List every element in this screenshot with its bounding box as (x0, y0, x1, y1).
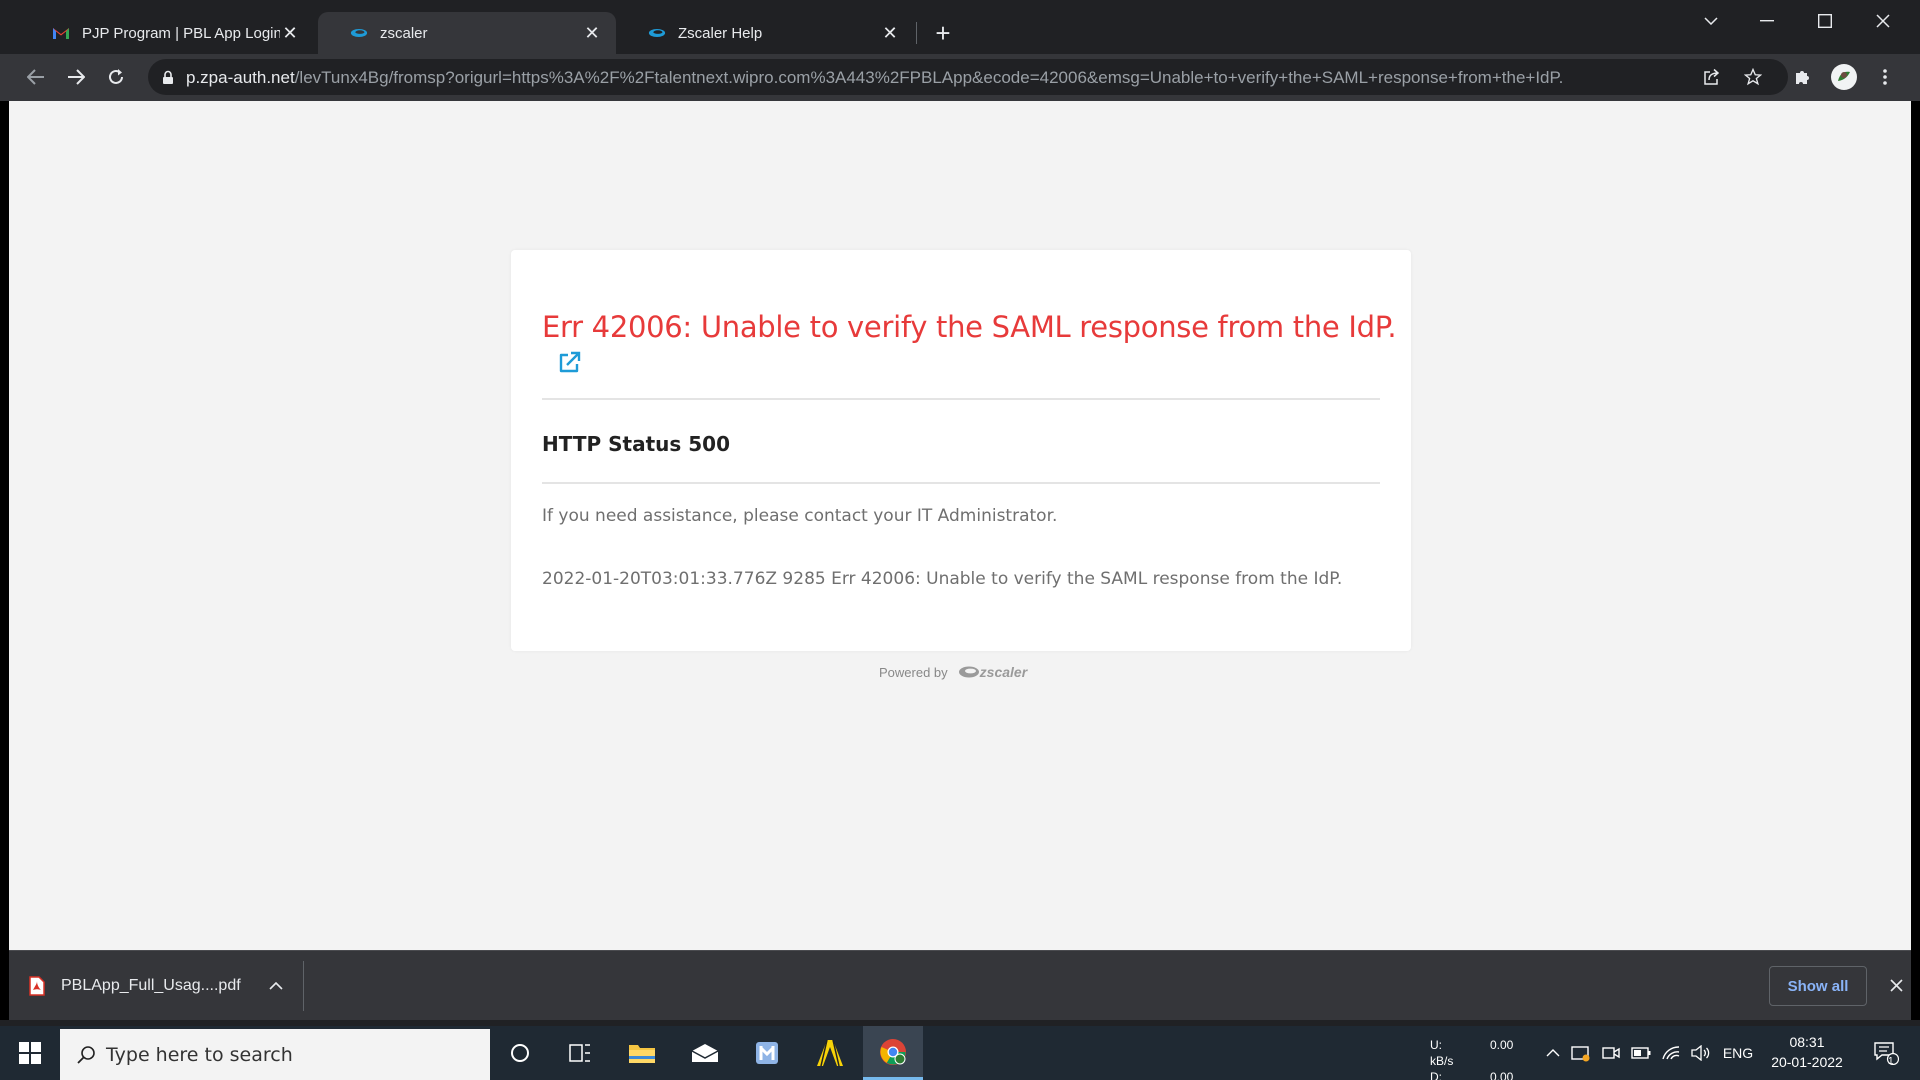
maximize-icon[interactable] (1802, 6, 1848, 36)
volume-icon[interactable] (1688, 1026, 1714, 1080)
extensions-icon[interactable] (1786, 60, 1820, 94)
zscaler-logo: zscaler (958, 664, 1027, 680)
windows-start-icon[interactable] (0, 1026, 60, 1080)
tab-zscaler[interactable]: zscaler ✕ (318, 12, 616, 54)
tab-title: PJP Program | PBL App Login Gui (82, 24, 280, 42)
close-download-bar-icon[interactable] (1886, 975, 1906, 995)
network-speed: U:0.00 kB/s D:0.00 kB/s (1430, 1037, 1540, 1080)
clock-date: 20-01-2022 (1771, 1054, 1843, 1070)
powered-by-label: Powered by (879, 664, 948, 680)
search-icon (76, 1045, 96, 1065)
download-item[interactable]: PBLApp_Full_Usag....pdf (29, 967, 283, 1005)
assistance-text: If you need assistance, please contact y… (542, 506, 1058, 526)
pdf-file-icon (29, 976, 45, 996)
security-tray-icon[interactable] (1568, 1026, 1594, 1080)
tab-title: zscaler (380, 24, 428, 42)
meet-now-icon[interactable] (1598, 1026, 1624, 1080)
error-card: Err 42006: Unable to verify the SAML res… (511, 250, 1411, 651)
screen: PJP Program | PBL App Login Gui ✕ zscale… (0, 0, 1920, 1080)
clock[interactable]: 08:31 20-01-2022 (1762, 1032, 1852, 1072)
search-placeholder: Type here to search (106, 1043, 293, 1066)
tab-search-icon[interactable] (1688, 6, 1734, 36)
profile-avatar[interactable] (1827, 60, 1861, 94)
gmail-icon (52, 24, 70, 42)
window-border-left (0, 101, 9, 1020)
http-status: HTTP Status 500 (542, 432, 730, 456)
tab-separator (916, 22, 917, 44)
app-icon-blue[interactable] (737, 1026, 797, 1080)
clock-time: 08:31 (1789, 1034, 1825, 1050)
url-host: p.zpa-auth.net (186, 68, 295, 87)
mail-icon[interactable] (675, 1026, 735, 1080)
zscaler-icon (648, 24, 666, 42)
notifications-icon[interactable]: 1 (1866, 1026, 1906, 1080)
window-border-right (1911, 101, 1920, 1020)
powered-by: Powered by zscaler (879, 664, 1027, 680)
minimize-icon[interactable] (1744, 6, 1790, 36)
tab-zscaler-help[interactable]: Zscaler Help ✕ (616, 12, 914, 54)
forward-icon[interactable] (59, 60, 93, 94)
show-all-button[interactable]: Show all (1769, 966, 1867, 1006)
menu-dots-icon[interactable] (1868, 60, 1902, 94)
url-text[interactable]: p.zpa-auth.net/levTunx4Bg/fromsp?origurl… (186, 68, 1563, 88)
close-tab-icon[interactable]: ✕ (880, 23, 900, 43)
download-file-name: PBLApp_Full_Usag....pdf (61, 977, 241, 994)
wifi-icon[interactable] (1658, 1026, 1684, 1080)
browser-toolbar: p.zpa-auth.net/levTunx4Bg/fromsp?origurl… (0, 54, 1920, 101)
notification-count: 1 (1888, 1056, 1894, 1067)
net-up-label: U: (1430, 1038, 1442, 1052)
windows-taskbar: Type here to search U:0.00 kB/s D:0.00 k… (0, 1026, 1920, 1080)
external-link-icon[interactable] (556, 350, 582, 376)
close-window-icon[interactable] (1860, 6, 1906, 36)
chrome-icon[interactable] (863, 1026, 923, 1080)
tab-gmail[interactable]: PJP Program | PBL App Login Gui ✕ (20, 12, 314, 54)
divider (542, 398, 1380, 400)
bookmark-star-icon[interactable] (1743, 67, 1763, 87)
close-tab-icon[interactable]: ✕ (280, 23, 300, 43)
taskbar-search-box[interactable]: Type here to search (60, 1029, 490, 1080)
download-bar: PBLApp_Full_Usag....pdf Show all (9, 950, 1911, 1020)
chevron-up-icon[interactable] (269, 982, 283, 990)
share-icon[interactable] (1702, 67, 1722, 87)
lock-icon[interactable] (158, 67, 178, 87)
show-hidden-icons-chevron-icon[interactable] (1542, 1026, 1564, 1080)
battery-icon[interactable] (1628, 1026, 1654, 1080)
reload-icon[interactable] (99, 60, 133, 94)
new-tab-button[interactable]: + (928, 18, 958, 48)
close-tab-icon[interactable]: ✕ (582, 23, 602, 43)
language-indicator[interactable]: ENG (1720, 1026, 1756, 1080)
error-log-line: 2022-01-20T03:01:33.776Z 9285 Err 42006:… (542, 569, 1343, 589)
zscaler-logo-text: zscaler (979, 664, 1028, 680)
app-icon-yellow[interactable] (800, 1026, 860, 1080)
zscaler-icon (350, 24, 368, 42)
cortana-icon[interactable] (490, 1026, 550, 1080)
task-view-icon[interactable] (550, 1026, 610, 1080)
error-title: Err 42006: Unable to verify the SAML res… (542, 310, 1397, 344)
tab-title: Zscaler Help (678, 24, 763, 42)
address-bar[interactable]: p.zpa-auth.net/levTunx4Bg/fromsp?origurl… (148, 59, 1788, 95)
back-icon[interactable] (19, 60, 53, 94)
net-down-label: D: (1430, 1070, 1442, 1080)
tab-strip: PJP Program | PBL App Login Gui ✕ zscale… (0, 0, 1920, 54)
divider (542, 482, 1380, 484)
file-explorer-icon[interactable] (612, 1026, 672, 1080)
url-path: /levTunx4Bg/fromsp?origurl=https%3A%2F%2… (294, 68, 1564, 87)
download-separator (303, 961, 304, 1011)
page-content: Err 42006: Unable to verify the SAML res… (9, 101, 1911, 950)
